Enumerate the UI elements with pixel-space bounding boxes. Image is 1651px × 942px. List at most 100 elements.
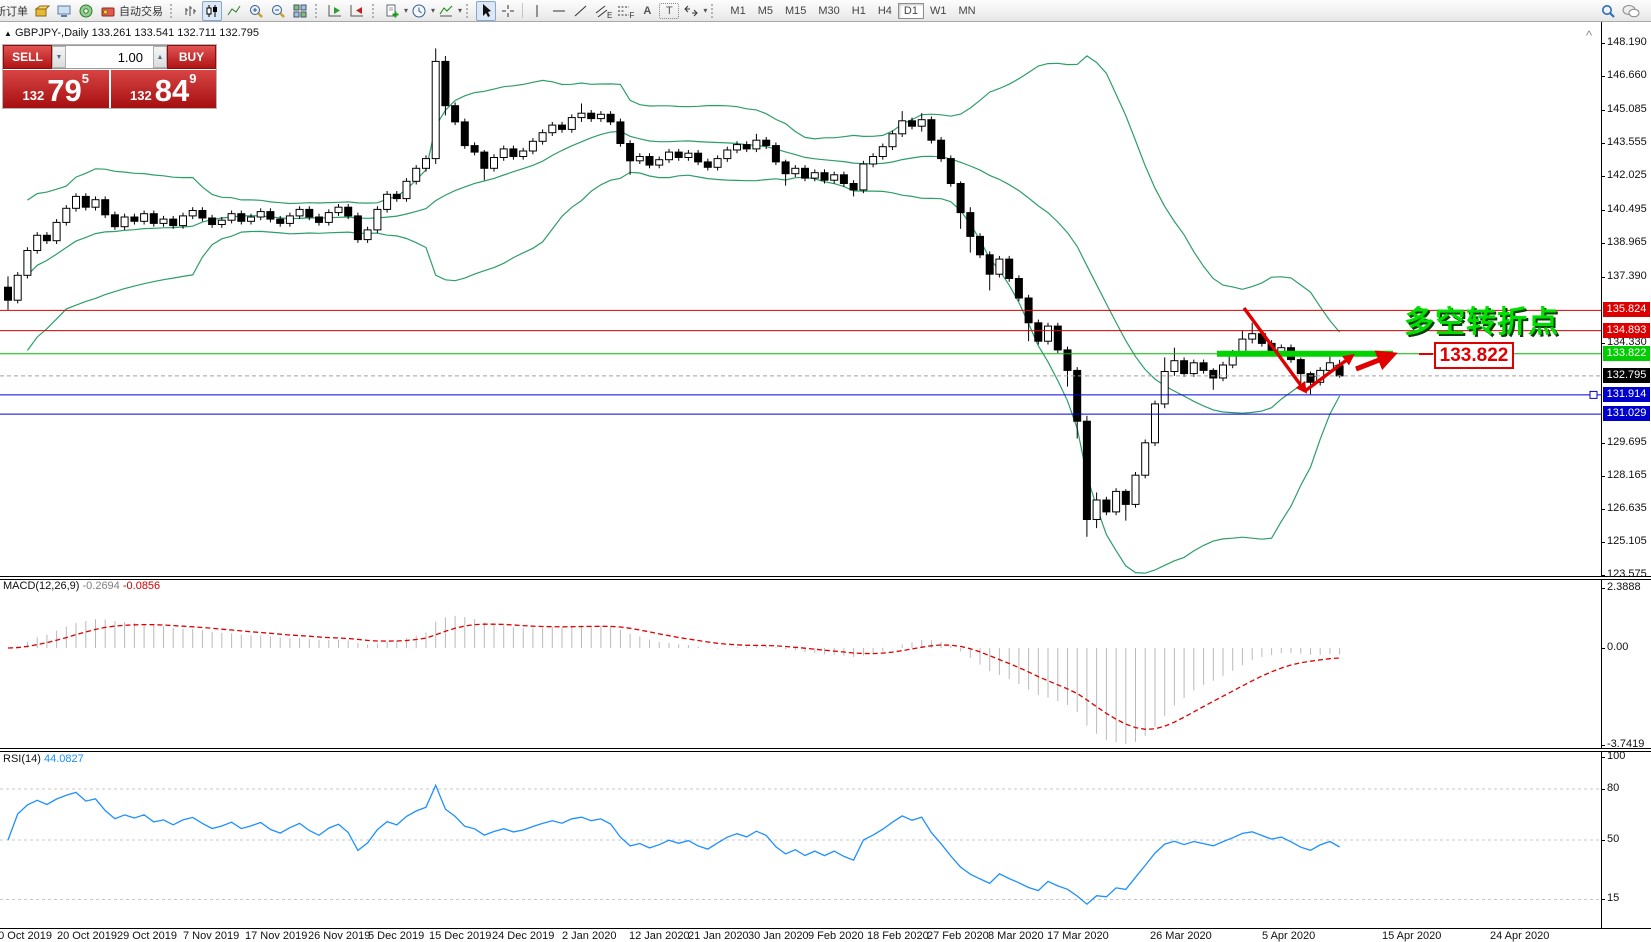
date-label[interactable]: 29 Oct 2019 — [117, 930, 177, 942]
rsi-value: 44.0827 — [44, 753, 84, 765]
trendline-icon[interactable] — [571, 1, 591, 21]
tile-windows-icon[interactable] — [290, 1, 310, 21]
templates-icon[interactable] — [382, 1, 402, 21]
buy-price-small: 132 — [130, 86, 152, 106]
toolbar: 新订单 自动交易 ▾ ▾ ▾ — [0, 0, 1651, 22]
price-tick-mark — [1601, 443, 1605, 444]
timeframe-m15[interactable]: M15 — [779, 3, 812, 19]
date-label[interactable]: 20 Oct 2019 — [57, 930, 117, 942]
symbol-ohlc: 133.261 133.541 132.711 132.795 — [92, 27, 259, 39]
line-chart-icon[interactable] — [224, 1, 244, 21]
date-label[interactable]: 21 Jan 2020 — [688, 930, 749, 942]
timeframe-d1[interactable]: D1 — [898, 3, 924, 19]
date-label[interactable]: 24 Dec 2019 — [492, 930, 554, 942]
terminals-icon[interactable] — [54, 1, 74, 21]
rsi-label: RSI(14) 44.0827 — [3, 753, 84, 765]
price-tick-mark — [1601, 476, 1605, 477]
macd-tick-label: -3.7419 — [1607, 738, 1644, 750]
date-label[interactable]: 26 Nov 2019 — [308, 930, 370, 942]
date-label[interactable]: 15 Apr 2020 — [1382, 930, 1441, 942]
volume-up-button[interactable]: ▲ — [153, 46, 167, 68]
indicators-icon[interactable] — [436, 1, 456, 21]
periods-clock-icon[interactable] — [409, 1, 429, 21]
cursor-icon[interactable] — [476, 1, 496, 21]
volume-down-button[interactable]: ▼ — [52, 46, 66, 68]
date-label[interactable]: 7 Nov 2019 — [183, 930, 239, 942]
bar-chart-icon[interactable] — [180, 1, 200, 21]
date-label[interactable]: 8 Mar 2020 — [988, 930, 1044, 942]
timeframe-h1[interactable]: H1 — [846, 3, 872, 19]
macd-pane-separator[interactable] — [0, 576, 1651, 580]
arrows-caret-icon[interactable]: ▾ — [703, 6, 707, 15]
fibonacci-icon[interactable]: F — [615, 1, 635, 21]
buy-price-display[interactable]: 132 84 9 — [111, 70, 217, 108]
candlestick-chart-icon[interactable] — [202, 1, 222, 21]
price-tick-label: 145.085 — [1607, 103, 1647, 115]
label-tool-icon[interactable]: T — [659, 3, 679, 19]
date-label[interactable]: 18 Feb 2020 — [867, 930, 929, 942]
sell-button[interactable]: SELL — [3, 45, 52, 69]
sell-price-display[interactable]: 132 79 5 — [3, 70, 109, 108]
timeframe-mn[interactable]: MN — [952, 3, 981, 19]
templates-caret-icon[interactable]: ▾ — [404, 6, 408, 15]
zoom-in-icon[interactable] — [246, 1, 266, 21]
timeframe-h4[interactable]: H4 — [872, 3, 898, 19]
rsi-tick-label: 100 — [1607, 750, 1625, 762]
timeframe-w1[interactable]: W1 — [924, 3, 953, 19]
crosshair-icon[interactable] — [498, 1, 518, 21]
date-label[interactable]: 5 Dec 2019 — [368, 930, 424, 942]
equidistant-channel-icon[interactable]: E — [593, 1, 613, 21]
price-tick-label: 148.190 — [1607, 36, 1647, 48]
rsi-pane-separator[interactable] — [0, 748, 1651, 752]
date-label[interactable]: 24 Apr 2020 — [1490, 930, 1549, 942]
date-label[interactable]: 12 Jan 2020 — [629, 930, 690, 942]
new-order-button[interactable]: 新订单 — [0, 3, 28, 19]
date-label[interactable]: 26 Mar 2020 — [1150, 930, 1212, 942]
macd-tick-label: 2.3888 — [1607, 581, 1641, 593]
vertical-line-icon[interactable] — [527, 1, 547, 21]
chart-shift-icon[interactable] — [347, 1, 367, 21]
date-label[interactable]: 5 Apr 2020 — [1262, 930, 1315, 942]
date-label[interactable]: 10 Oct 2019 — [0, 930, 52, 942]
one-click-trading-panel: SELL ▼ 1.00 ▲ BUY 132 79 5 132 84 9 — [2, 44, 217, 109]
volume-value[interactable]: 1.00 — [66, 46, 153, 68]
periods-caret-icon[interactable]: ▾ — [431, 6, 435, 15]
timeframe-m1[interactable]: M1 — [724, 3, 751, 19]
trading-terminal: { "toolbar": { "new_order": "新订单", "auto… — [0, 0, 1651, 942]
price-tick-mark — [1601, 176, 1605, 177]
date-label[interactable]: 2 Jan 2020 — [562, 930, 616, 942]
symbol-info: ▲ GBPJPY-,Daily 133.261 133.541 132.711 … — [4, 27, 259, 39]
new-order-cube-icon[interactable] — [32, 1, 52, 21]
timeframe-m30[interactable]: M30 — [812, 3, 845, 19]
auto-scroll-icon[interactable] — [325, 1, 345, 21]
collapse-marker-icon[interactable]: ▲ — [4, 29, 12, 38]
buy-button[interactable]: BUY — [167, 45, 216, 69]
macd-tick-mark — [1601, 745, 1605, 746]
price-tick-label: 143.555 — [1607, 136, 1647, 148]
autotrade-label[interactable]: 自动交易 — [119, 3, 163, 19]
timeframe-m5[interactable]: M5 — [752, 3, 779, 19]
indicators-caret-icon[interactable]: ▾ — [458, 6, 462, 15]
chat-icon[interactable] — [1620, 1, 1642, 21]
rsi-name: RSI(14) — [3, 753, 41, 765]
turning-point-annotation[interactable]: 多空转折点 — [1404, 297, 1559, 341]
date-label[interactable]: 17 Mar 2020 — [1047, 930, 1109, 942]
signal-icon[interactable] — [76, 1, 96, 21]
sell-price-small: 132 — [23, 86, 45, 106]
symbol-title: GBPJPY-,Daily — [15, 27, 89, 39]
rsi-tick-label: 15 — [1607, 892, 1619, 904]
macd-signal-value: -0.0856 — [123, 580, 160, 592]
price-label-box[interactable]: 133.822 — [1434, 342, 1514, 369]
date-label[interactable]: 17 Nov 2019 — [245, 930, 307, 942]
price-tick-label: 138.965 — [1607, 236, 1647, 248]
date-label[interactable]: 15 Dec 2019 — [429, 930, 491, 942]
text-tool-icon[interactable]: A — [637, 1, 657, 21]
search-icon[interactable] — [1598, 1, 1618, 21]
autotrade-icon[interactable] — [98, 1, 118, 21]
zoom-out-icon[interactable] — [268, 1, 288, 21]
date-label[interactable]: 9 Feb 2020 — [808, 930, 864, 942]
arrows-tool-icon[interactable] — [681, 1, 701, 21]
horizontal-line-icon[interactable] — [549, 1, 569, 21]
date-label[interactable]: 27 Feb 2020 — [927, 930, 989, 942]
date-label[interactable]: 30 Jan 2020 — [748, 930, 809, 942]
